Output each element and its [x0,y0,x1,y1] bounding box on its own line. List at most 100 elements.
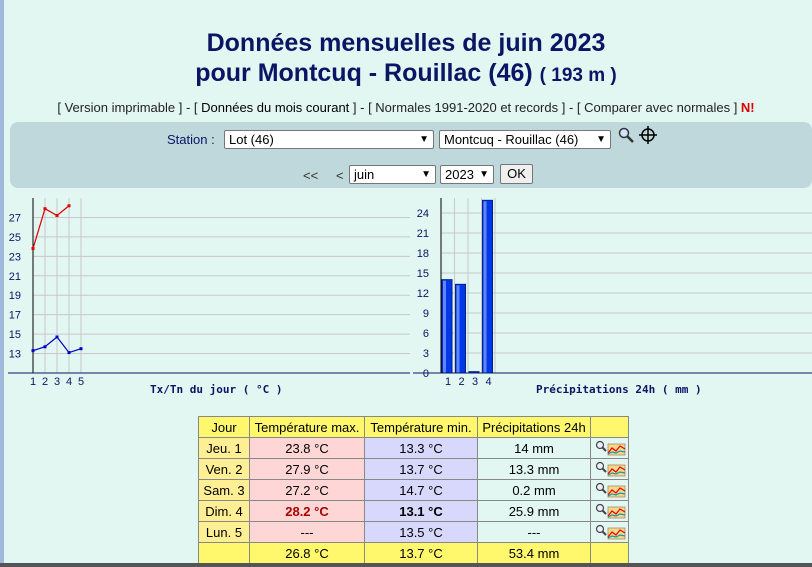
year-value: 2023 [445,167,474,182]
y-tick-label: 25 [9,232,21,244]
header-tmax: Température max. [249,416,365,438]
tmax-point [43,207,47,211]
row-actions [590,458,629,480]
link-printable[interactable]: Version imprimable [65,100,176,115]
y-tick-label: 12 [417,288,429,300]
crosshair-icon[interactable] [639,126,657,144]
temperature-chart-title: Tx/Tn du jour ( °C ) [150,383,283,396]
row-actions [590,437,629,459]
total-tmin: 13.7 °C [364,542,478,564]
mini-chart-icon[interactable] [594,439,626,457]
mini-chart-icon[interactable] [594,523,626,541]
table-header-row: Jour Température max. Température min. P… [198,416,629,438]
chevron-down-icon: ▼ [479,169,489,180]
chevron-down-icon: ▼ [421,169,431,180]
cell-precip: 14 mm [477,437,591,459]
department-select[interactable]: Lot (46) ▼ [224,130,434,149]
altitude: ( 193 m ) [539,65,617,86]
x-tick-label: 2 [458,376,464,388]
cell-precip: 0.2 mm [477,479,591,501]
month-value: juin [354,167,375,182]
cell-day: Jeu. 1 [198,437,250,459]
table-body: Jeu. 1 23.8 °C 13.3 °C 14 mm Ven. 2 27.9 °C 13… [198,437,629,564]
x-tick-label: 3 [54,376,60,388]
x-tick-label: 3 [472,376,478,388]
monthly-data-table: Jour Température max. Température min. P… [198,416,629,564]
tmax-line [32,205,70,249]
cell-tmin: 13.3 °C [364,437,478,459]
new-badge: N! [740,100,755,115]
y-tick-label: 18 [417,248,429,260]
cell-tmax: 27.2 °C [249,479,365,501]
cell-precip: 13.3 mm [477,458,591,480]
tmin-point [55,335,59,339]
x-tick-label: 4 [485,376,491,388]
row-actions [590,479,629,501]
total-precip: 53.4 mm [477,542,591,564]
header-tmin: Température min. [364,416,478,438]
y-tick-label: 6 [423,328,429,340]
table-row: Jeu. 1 23.8 °C 13.3 °C 14 mm [198,437,629,459]
month-select[interactable]: juin ▼ [349,165,436,184]
station-select[interactable]: Montcuq - Rouillac (46) ▼ [439,130,611,149]
chevron-down-icon: ▼ [596,134,606,145]
nav-links: [ Version imprimable ] - [ Données du mo… [57,100,755,115]
cell-day: Sam. 3 [198,479,250,501]
cell-tmin: 13.7 °C [364,458,478,480]
year-select[interactable]: 2023 ▼ [440,165,494,184]
station-value: Montcuq - Rouillac (46) [444,132,579,147]
ok-button[interactable]: OK [500,164,533,184]
y-tick-label: 0 [423,368,429,380]
tmin-point [31,349,35,353]
x-tick-label: 2 [42,376,48,388]
y-tick-label: 21 [9,271,21,283]
x-tick-label: 1 [30,376,36,388]
x-tick-label: 5 [78,376,84,388]
prev-year-link[interactable]: << [303,168,318,183]
cell-tmax: 27.9 °C [249,458,365,480]
cell-tmin: 13.1 °C [364,500,478,522]
bottom-border [0,563,812,567]
cell-tmin: 13.5 °C [364,521,478,543]
link-current-month[interactable]: Données du mois courant [201,100,349,115]
cell-tmax: 28.2 °C [249,500,365,522]
temperature-chart: 13151719212325271 2 3 4 5 [8,198,410,388]
tmax-point [55,214,59,217]
y-tick-label: 15 [9,329,21,341]
x-tick-label: 4 [66,376,72,388]
table-row: Ven. 2 27.9 °C 13.7 °C 13.3 mm [198,458,629,480]
y-tick-label: 9 [423,308,429,320]
y-tick-label: 13 [9,349,21,361]
prev-month-link[interactable]: < [336,168,344,183]
magnifier-icon[interactable] [617,126,635,144]
mini-chart-icon[interactable] [594,502,626,520]
department-value: Lot (46) [229,132,274,147]
station-name-title: pour Montcuq - Rouillac (46) [195,59,533,87]
y-tick-label: 23 [9,251,21,263]
precip-bar-highlight [456,285,460,373]
page-title: Données mensuelles de juin 2023 [206,29,606,57]
row-actions [590,500,629,522]
cell-day: Ven. 2 [198,458,250,480]
x-tick-label: 1 [445,376,451,388]
link-normals[interactable]: Normales 1991-2020 et records [375,100,558,115]
y-tick-label: 27 [9,212,21,224]
y-tick-label: 15 [417,268,429,280]
tmax-point [31,247,35,251]
header-empty [590,416,629,438]
mini-chart-icon[interactable] [594,481,626,499]
chevron-down-icon: ▼ [419,134,429,145]
y-tick-label: 19 [9,290,21,302]
precip-bar-highlight [483,201,487,373]
link-compare[interactable]: Comparer avec normales [584,100,730,115]
precipitation-chart-title: Précipitations 24h ( mm ) [536,383,702,396]
totals-row: 26.8 °C 13.7 °C 53.4 mm [198,542,629,564]
table-row: Dim. 4 28.2 °C 13.1 °C 25.9 mm [198,500,629,522]
tmin-point [67,351,71,355]
y-tick-label: 3 [423,348,429,360]
cell-tmin: 14.7 °C [364,479,478,501]
total-day [198,542,250,564]
mini-chart-icon[interactable] [594,460,626,478]
row-actions [590,521,629,543]
tmax-point [67,204,71,208]
